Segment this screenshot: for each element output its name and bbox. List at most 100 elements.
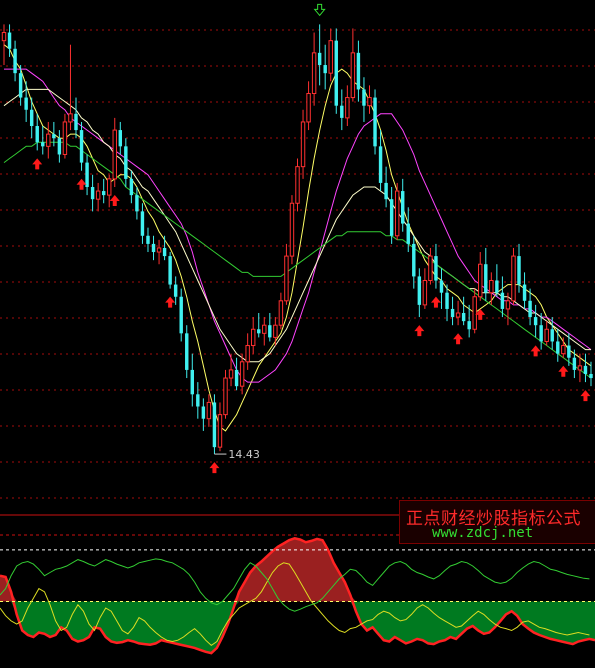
candle-body xyxy=(24,97,28,110)
candle-body xyxy=(185,333,189,370)
candle-body xyxy=(112,129,117,180)
candle-body xyxy=(179,296,183,334)
candle-body xyxy=(68,113,73,123)
candle-body xyxy=(455,312,461,318)
candle-body xyxy=(467,321,471,330)
candle-body xyxy=(428,255,433,281)
candle-body xyxy=(101,191,106,196)
candle-body xyxy=(412,243,416,277)
candle-body xyxy=(151,243,156,253)
candle-body xyxy=(345,97,350,119)
candle-body xyxy=(572,357,577,370)
candle-body xyxy=(522,284,527,301)
candle-body xyxy=(217,414,223,448)
candle xyxy=(212,394,217,455)
candle xyxy=(168,252,172,289)
candle-body xyxy=(328,40,333,74)
candle-body xyxy=(52,134,56,139)
candle-body xyxy=(268,325,272,338)
candle-body xyxy=(41,142,45,147)
candle-body xyxy=(406,223,410,244)
candle xyxy=(373,89,377,155)
candle-body xyxy=(389,199,394,236)
candle-body xyxy=(577,365,583,371)
candle-body xyxy=(124,146,128,179)
candle-body xyxy=(517,256,521,285)
candle-body xyxy=(18,73,23,98)
candle-body xyxy=(201,406,206,419)
watermark: 正点财经炒股指标公式 www.zdcj.net xyxy=(399,500,595,544)
candle-body xyxy=(90,186,95,200)
candle-body xyxy=(239,361,245,387)
stock-chart: 14.43 xyxy=(0,0,595,668)
candle-body xyxy=(62,121,68,155)
candle-body xyxy=(300,121,306,168)
candle-body xyxy=(489,279,494,294)
candle-body xyxy=(257,329,261,334)
candle xyxy=(511,247,516,305)
candle-body xyxy=(35,126,39,143)
candle-body xyxy=(317,52,322,66)
candle-body xyxy=(284,255,289,302)
candle-body xyxy=(567,345,571,358)
candle-body xyxy=(439,280,444,293)
annotation-label: 14.43 xyxy=(228,448,260,461)
candle-body xyxy=(46,133,51,147)
candle-body xyxy=(79,130,84,163)
candle-body xyxy=(583,365,588,374)
candle-body xyxy=(550,329,554,342)
candle-body xyxy=(323,65,327,74)
candle-body xyxy=(533,317,538,326)
candle-body xyxy=(29,109,34,127)
candle-body xyxy=(168,256,172,285)
candle xyxy=(289,195,295,265)
candle-body xyxy=(367,97,372,107)
candle-body xyxy=(107,178,112,196)
candle-body xyxy=(450,308,455,318)
candle-body xyxy=(262,324,267,334)
candle-body xyxy=(528,300,532,318)
watermark-url: www.zdcj.net xyxy=(432,525,534,541)
candle-body xyxy=(539,325,543,342)
candle-body xyxy=(289,202,295,257)
candle-body xyxy=(95,190,101,200)
candle-body xyxy=(223,377,228,416)
candle-body xyxy=(340,105,344,118)
candle-body xyxy=(146,235,150,244)
candle-body xyxy=(196,394,200,407)
candle-body xyxy=(561,345,566,355)
candle-body xyxy=(156,247,162,253)
candle-body xyxy=(250,328,256,347)
candle-body xyxy=(135,195,139,212)
candle xyxy=(394,182,400,240)
candle-body xyxy=(311,52,317,94)
candle-body xyxy=(478,263,483,298)
candle-body xyxy=(445,292,449,309)
candle-body xyxy=(422,279,428,306)
candle xyxy=(295,158,300,212)
candle-body xyxy=(350,52,356,99)
candle-body xyxy=(162,247,167,257)
candle-body xyxy=(228,369,234,379)
candle-body xyxy=(13,48,17,74)
candle-body xyxy=(118,130,123,147)
candle-body xyxy=(495,280,499,293)
candle-body xyxy=(306,92,311,123)
candle-body xyxy=(278,300,284,326)
candle-body xyxy=(544,328,549,342)
candle-body xyxy=(295,166,300,204)
candle-body xyxy=(378,146,383,183)
candle-body xyxy=(190,369,194,395)
candle-body xyxy=(373,97,377,147)
candle-body xyxy=(74,113,78,131)
candle-body xyxy=(401,191,405,224)
candle-body xyxy=(57,138,62,155)
candle-body xyxy=(394,190,400,237)
candle-body xyxy=(1,32,7,42)
candle-body xyxy=(434,256,438,281)
candle-body xyxy=(505,300,511,310)
candle-body xyxy=(500,292,505,309)
candle-body xyxy=(461,313,466,322)
candle-body xyxy=(273,324,278,338)
candle-body xyxy=(384,182,388,200)
